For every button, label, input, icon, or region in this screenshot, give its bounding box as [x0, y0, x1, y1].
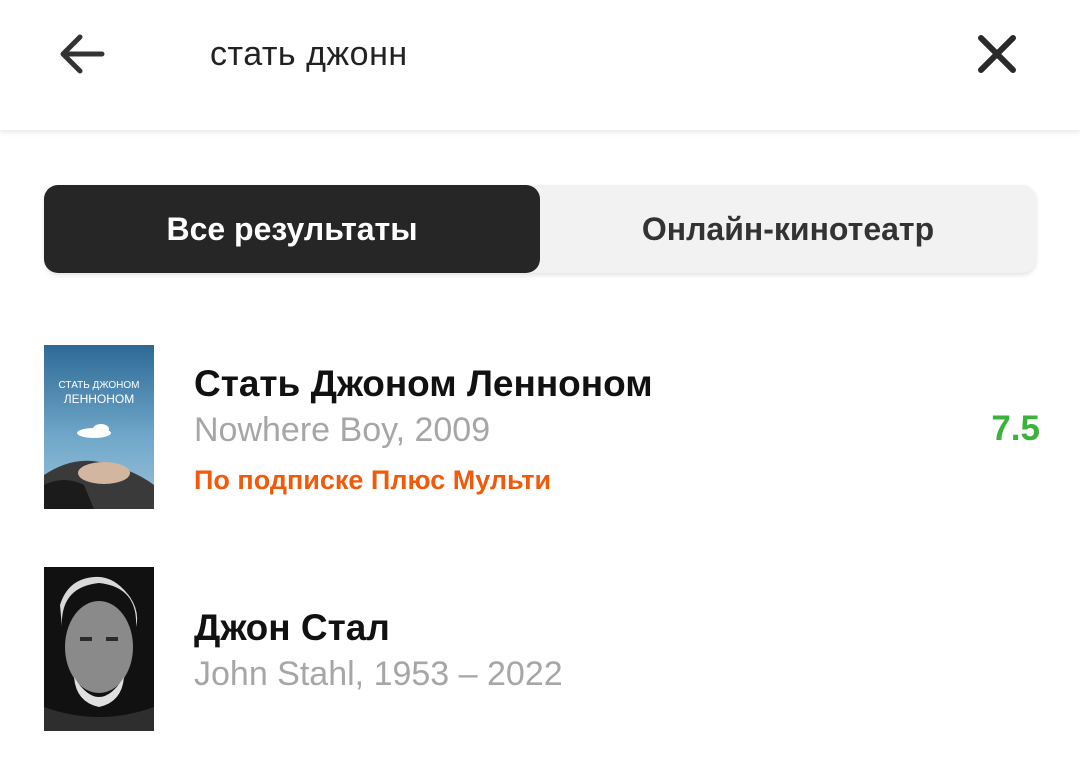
poster-image: СТАТЬ ДЖОНОМ ЛЕННОНОМ [44, 345, 154, 509]
arrow-left-icon [60, 34, 105, 74]
tab-all-results[interactable]: Все результаты [44, 185, 540, 273]
person-name: Джон Стал [194, 607, 390, 648]
clear-search-button[interactable] [968, 26, 1026, 82]
close-icon [978, 35, 1016, 73]
results-tabs: Все результаты Онлайн-кинотеатр [44, 185, 1036, 273]
list-item-film[interactable]: СТАТЬ ДЖОНОМ ЛЕННОНОМ Стать Джоном Ленно… [44, 345, 1044, 511]
person-photo-image [44, 567, 154, 731]
film-title: Стать Джоном Ленноном [194, 363, 653, 404]
back-button[interactable] [50, 26, 114, 82]
rating-badge: 7.5 [991, 409, 1040, 448]
tab-online-cinema[interactable]: Онлайн-кинотеатр [540, 185, 1036, 273]
person-details: John Stahl, 1953 – 2022 [194, 655, 563, 693]
search-header [0, 0, 1080, 130]
person-photo [44, 567, 154, 731]
film-original-title: Nowhere Boy, 2009 [194, 411, 491, 449]
subscription-label: По подписке Плюс Мульти [194, 465, 552, 495]
poster-title-line-1: СТАТЬ ДЖОНОМ [59, 380, 140, 391]
film-poster: СТАТЬ ДЖОНОМ ЛЕННОНОМ [44, 345, 154, 509]
list-item-person[interactable]: Джон Стал John Stahl, 1953 – 2022 [44, 567, 1044, 733]
poster-title-line-2: ЛЕННОНОМ [64, 392, 135, 406]
search-input[interactable] [210, 28, 910, 80]
